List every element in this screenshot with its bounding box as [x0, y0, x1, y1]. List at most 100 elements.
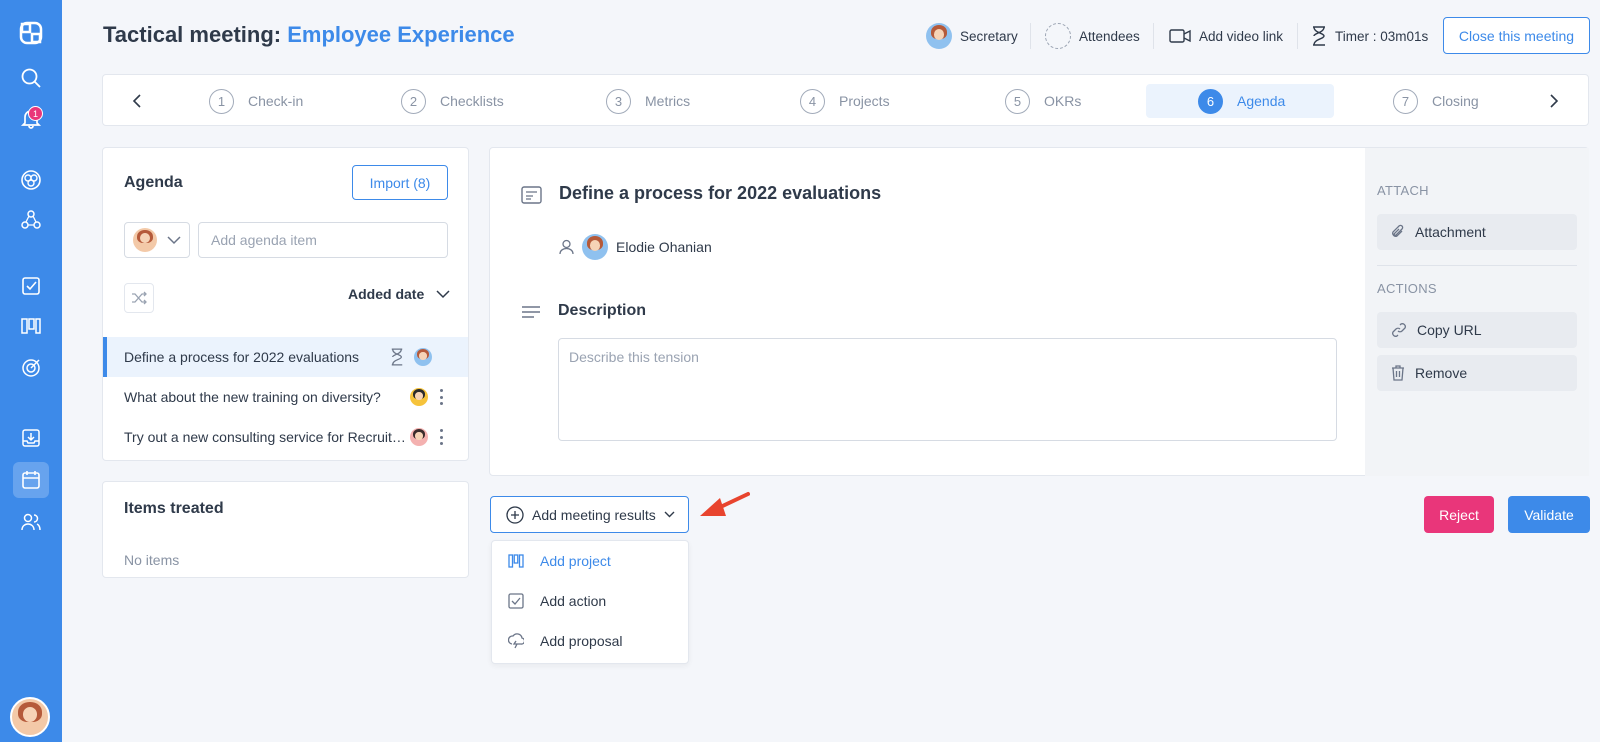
- checkbox-icon[interactable]: [13, 268, 49, 304]
- close-meeting-button[interactable]: Close this meeting: [1443, 17, 1590, 54]
- chevron-left-icon[interactable]: [125, 88, 151, 114]
- text-lines-icon: [522, 306, 540, 318]
- secretary-avatar: [926, 23, 952, 49]
- validate-button[interactable]: Validate: [1508, 496, 1590, 533]
- actions-section-label: ACTIONS: [1377, 281, 1437, 296]
- step-okrs[interactable]: 5 OKRs: [1005, 84, 1081, 118]
- agenda-item-avatar: [414, 348, 432, 366]
- sort-dropdown[interactable]: Added date: [348, 286, 450, 302]
- attach-section-label: ATTACH: [1377, 183, 1429, 198]
- agenda-item[interactable]: Try out a new consulting service for Rec…: [103, 417, 468, 457]
- import-button[interactable]: Import (8): [352, 165, 448, 200]
- notification-badge: 1: [28, 106, 43, 121]
- add-video-link-button[interactable]: Add video link: [1169, 23, 1283, 49]
- agenda-title: Agenda: [124, 174, 183, 191]
- menu-add-proposal[interactable]: Add proposal: [492, 621, 688, 661]
- remove-button[interactable]: Remove: [1377, 355, 1577, 391]
- detail-title[interactable]: Define a process for 2022 evaluations: [559, 183, 881, 204]
- users-icon[interactable]: [13, 504, 49, 540]
- agenda-item-label: What about the new training on diversity…: [124, 389, 381, 405]
- secretary-label: Secretary: [960, 28, 1018, 44]
- step-metrics[interactable]: 3 Metrics: [606, 84, 690, 118]
- checkbox-icon: [508, 593, 524, 609]
- owner-field[interactable]: Elodie Ohanian: [559, 234, 712, 260]
- step-label: Check-in: [248, 93, 304, 109]
- shuffle-icon: [132, 291, 147, 305]
- step-label: Closing: [1432, 93, 1479, 109]
- items-treated-panel: Items treated No items: [102, 481, 469, 578]
- calendar-icon[interactable]: [13, 462, 49, 498]
- step-agenda[interactable]: 6 Agenda: [1146, 84, 1334, 118]
- menu-add-action[interactable]: Add action: [492, 581, 688, 621]
- inbox-icon[interactable]: [13, 420, 49, 456]
- attendees-placeholder-icon: [1045, 23, 1071, 49]
- copy-url-label: Copy URL: [1417, 322, 1482, 338]
- trash-icon: [1392, 365, 1404, 381]
- proposal-icon: [508, 633, 524, 649]
- circles-icon[interactable]: [13, 162, 49, 198]
- chevron-right-icon[interactable]: [1540, 88, 1566, 114]
- step-number: 5: [1005, 88, 1030, 114]
- plus-circle-icon: [506, 505, 524, 524]
- agenda-item[interactable]: What about the new training on diversity…: [103, 377, 468, 417]
- owner-avatar: [582, 234, 608, 260]
- title-circle-name[interactable]: Employee Experience: [287, 22, 514, 47]
- step-closing[interactable]: 7 Closing: [1393, 84, 1479, 118]
- shuffle-button[interactable]: [124, 283, 154, 313]
- chevron-down-icon: [664, 511, 675, 518]
- timer[interactable]: Timer : 03m01s: [1311, 23, 1428, 49]
- user-avatar[interactable]: [10, 697, 50, 737]
- copy-url-button[interactable]: Copy URL: [1377, 312, 1577, 348]
- menu-add-project[interactable]: Add project: [492, 541, 688, 581]
- board-icon: [508, 554, 524, 568]
- step-check-in[interactable]: 1 Check-in: [209, 84, 303, 118]
- logo-icon[interactable]: [13, 15, 49, 51]
- description-label: Description: [558, 302, 647, 319]
- steps-bar: 1 Check-in 2 Checklists 3 Metrics 4 Projects…: [102, 74, 1589, 126]
- step-number: 4: [800, 88, 825, 114]
- hourglass-icon: [391, 348, 403, 366]
- title-prefix: Tactical meeting:: [103, 22, 288, 47]
- step-label: Metrics: [645, 93, 691, 109]
- target-icon[interactable]: [13, 350, 49, 386]
- attendees-button[interactable]: Attendees: [1045, 23, 1140, 49]
- step-number: 6: [1198, 88, 1223, 114]
- menu-item-label: Add action: [540, 593, 607, 609]
- step-projects[interactable]: 4 Projects: [800, 84, 890, 118]
- secretary-button[interactable]: Secretary: [926, 23, 1018, 49]
- description-textarea[interactable]: Describe this tension: [558, 338, 1337, 441]
- attachment-label: Attachment: [1415, 224, 1486, 240]
- step-label: OKRs: [1044, 93, 1082, 109]
- agenda-item[interactable]: Define a process for 2022 evaluations: [103, 337, 468, 377]
- timer-label: Timer : 03m01s: [1335, 28, 1429, 44]
- video-camera-icon: [1169, 29, 1191, 43]
- step-label: Agenda: [1237, 93, 1286, 109]
- more-options-icon[interactable]: [439, 429, 443, 445]
- board-icon[interactable]: [13, 308, 49, 344]
- more-options-icon[interactable]: [439, 389, 443, 405]
- agenda-item-avatar: [410, 428, 428, 446]
- person-icon: [559, 239, 574, 255]
- red-arrow-annotation: [700, 492, 750, 516]
- step-label: Checklists: [440, 93, 504, 109]
- agenda-item-label: Define a process for 2022 evaluations: [124, 349, 360, 365]
- attachment-button[interactable]: Attachment: [1377, 214, 1577, 250]
- owner-name: Elodie Ohanian: [616, 239, 712, 255]
- step-number: 2: [401, 88, 426, 114]
- chevron-down-icon: [436, 289, 450, 298]
- paperclip-icon: [1392, 224, 1404, 237]
- add-agenda-input[interactable]: Add agenda item: [198, 222, 448, 258]
- step-number: 3: [606, 88, 631, 114]
- add-meeting-results-button[interactable]: Add meeting results: [490, 496, 689, 533]
- remove-label: Remove: [1415, 365, 1468, 381]
- search-icon[interactable]: [13, 60, 49, 96]
- attendees-label: Attendees: [1079, 28, 1140, 44]
- owner-select[interactable]: [124, 222, 190, 258]
- roles-icon[interactable]: [13, 202, 49, 238]
- reject-button[interactable]: Reject: [1424, 496, 1494, 533]
- owner-avatar: [133, 228, 157, 252]
- items-treated-title: Items treated: [124, 500, 224, 517]
- left-nav: 1: [0, 0, 62, 742]
- add-meeting-results-label: Add meeting results: [532, 506, 656, 523]
- step-checklists[interactable]: 2 Checklists: [401, 84, 504, 118]
